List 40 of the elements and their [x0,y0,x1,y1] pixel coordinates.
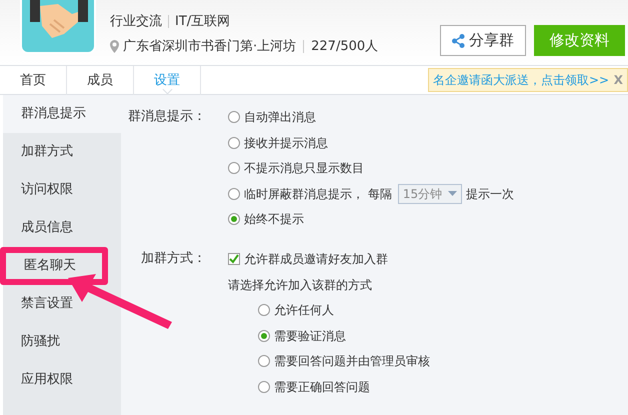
section-label: 加群方式： [140,250,207,268]
radio-button[interactable] [228,136,240,148]
radio-button[interactable] [258,330,270,342]
option-suffix: 提示一次 [466,186,514,202]
checkbox[interactable] [228,253,240,265]
option-label: 允许群成员邀请好友加入群 [244,251,388,268]
option-label: 接收并提示消息 [244,134,328,152]
radio-button[interactable] [228,162,240,174]
member-count: 227/500人 [311,38,378,56]
share-button[interactable]: 分享群 [440,25,526,56]
dropdown-caret-icon [448,191,457,196]
option-label: 请选择允许加入该群的方式 [228,276,372,294]
sidebar-item[interactable]: 访问权限 [3,171,121,209]
sidebar-item[interactable]: 加群方式 [3,133,121,171]
share-icon [452,34,465,48]
group-category: 行业交流 [110,13,162,31]
section-label: 群消息提示： [127,108,207,126]
sidebar-item[interactable]: 成员信息 [3,209,121,247]
handshake-icon [30,0,88,40]
location-pin-icon [110,40,119,54]
option-label: 不提示消息只显示数目 [244,160,364,177]
radio-button[interactable] [228,213,240,225]
sidebar-item[interactable]: 应用权限 [3,361,121,399]
option-label: 需要正确回答问题 [274,378,370,396]
radio-button[interactable] [258,355,270,367]
option-label: 允许任何人 [274,302,334,319]
option-label: 始终不提示 [244,211,304,228]
option-label: 临时屏蔽群消息提示， 每隔 [244,186,392,202]
group-industry: IT/互联网 [175,13,230,31]
radio-button[interactable] [258,304,270,316]
radio-button[interactable] [228,111,240,123]
option-label: 自动弹出消息 [244,109,316,126]
radio-button[interactable] [258,380,270,392]
sidebar-item[interactable]: 禁言设置 [3,285,121,323]
option-label: 需要回答问题并由管理员审核 [274,353,430,370]
option-label: 需要验证消息 [274,328,346,344]
sidebar-item[interactable]: 群消息提示 [3,95,121,133]
group-location: 广东省深圳市书香门第·上河坊 [123,38,296,56]
sidebar-item[interactable]: 防骚扰 [3,323,121,361]
radio-button[interactable] [228,188,240,200]
